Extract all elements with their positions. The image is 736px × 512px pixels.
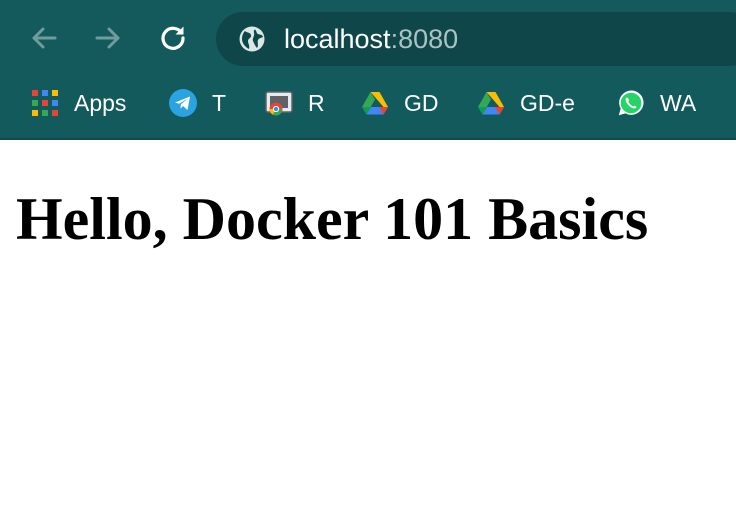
bookmark-gd-e[interactable]: GD-e — [476, 86, 575, 120]
chrome-remote-icon — [264, 88, 294, 118]
bookmark-label: Apps — [74, 89, 127, 116]
bookmark-wa[interactable]: WA — [616, 86, 696, 120]
bookmark-label: R — [308, 89, 325, 116]
google-drive-icon — [476, 88, 506, 118]
bookmark-r[interactable]: R — [264, 86, 325, 120]
bookmark-gd[interactable]: GD — [360, 86, 439, 120]
whatsapp-icon — [616, 88, 646, 118]
arrow-left-icon — [32, 27, 57, 49]
toolbar-divider — [0, 138, 736, 140]
url-host: localhost — [284, 24, 391, 54]
url-text[interactable]: localhost:8080 — [284, 22, 458, 56]
bookmark-t[interactable]: T — [168, 86, 226, 120]
bookmark-label: GD — [404, 89, 439, 116]
bookmark-apps[interactable]: Apps — [30, 86, 126, 120]
back-button[interactable] — [26, 20, 62, 56]
bookmark-label: WA — [660, 89, 697, 116]
url-port: :8080 — [390, 24, 459, 54]
telegram-icon — [168, 88, 198, 118]
arrow-right-icon — [95, 27, 120, 49]
reload-button[interactable] — [155, 20, 191, 56]
page-heading: Hello, Docker 101 Basics — [16, 186, 649, 252]
forward-button[interactable] — [90, 20, 126, 56]
globe-icon[interactable] — [238, 25, 266, 53]
google-drive-icon — [360, 88, 390, 118]
apps-grid-icon — [30, 88, 60, 118]
reload-icon — [161, 26, 185, 50]
bookmark-label: T — [212, 89, 227, 116]
bookmark-label: GD-e — [520, 89, 575, 116]
